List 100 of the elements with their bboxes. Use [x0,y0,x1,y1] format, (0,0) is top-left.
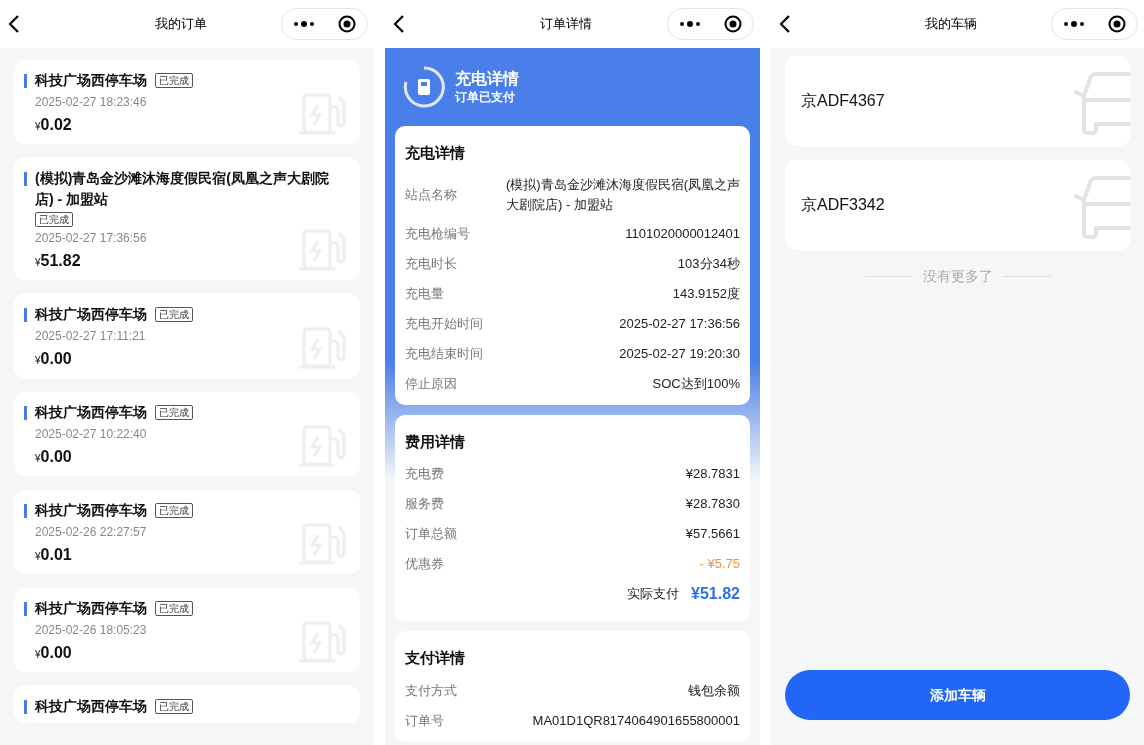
status-tag: 已完成 [35,212,73,227]
row-value: 钱包余额 [688,681,740,700]
order-card[interactable]: 科技广场西停车场 已完成 2025-02-27 10:22:40 ¥0.00 [14,392,360,476]
row-label: 订单号 [405,711,444,730]
row-value: 143.9152度 [672,284,740,303]
close-icon[interactable] [723,15,742,33]
order-amount: 0.00 [40,349,72,369]
status-tag: 已完成 [155,601,193,616]
order-time: 2025-02-27 17:36:56 [35,230,148,247]
row-value: ¥28.7830 [685,495,740,514]
row-value: ¥57.5661 [685,525,740,544]
status-tag: 已完成 [155,307,193,322]
car-icon [1072,174,1130,240]
accent-bar [24,406,27,420]
order-card[interactable]: 科技广场西停车场 已完成 2025-02-27 18:23:46 ¥0.02 [14,60,360,144]
plate-number: 京ADF3342 [801,195,885,215]
car-icon [1072,70,1130,136]
close-icon[interactable] [1107,15,1126,33]
station-name: (模拟)青岛金沙滩沐海度假民宿(凤凰之声大剧院店) - 加盟站 [35,169,330,209]
order-card[interactable]: 科技广场西停车场 已完成 2025-02-26 22:27:57 ¥0.01 [14,490,360,574]
order-amount: 0.00 [40,643,72,663]
back-icon[interactable] [393,14,405,34]
row-label: 充电开始时间 [405,314,483,333]
order-card[interactable]: 科技广场西停车场 已完成 2025-02-26 18:05:23 ¥0.00 [14,588,360,672]
total-amount: ¥51.82 [691,584,740,604]
row-value: 1101020000012401 [625,224,740,243]
row-value: - ¥5.75 [699,555,740,574]
charger-badge-icon [403,66,445,108]
row-label: 充电费 [405,465,444,484]
row-value: MA01D1QR8174064901655800001 [532,711,740,730]
total-label: 实际支付 [627,585,680,604]
screen-title: 我的车辆 [925,15,977,34]
plate-number: 京ADF4367 [801,91,885,111]
order-amount: 0.00 [40,447,72,467]
currency-sign: ¥ [35,121,41,134]
row-label: 充电结束时间 [405,344,483,363]
order-card[interactable]: (模拟)青岛金沙滩沐海度假民宿(凤凰之声大剧院店) - 加盟站 已完成 2025-02-27 17:36:56 ¥51.82 [14,158,360,280]
row-label: 停止原因 [405,374,457,393]
currency-sign: ¥ [35,551,41,564]
row-label: 站点名称 [405,185,457,204]
status-tag: 已完成 [155,699,193,714]
row-label: 充电量 [405,284,444,303]
row-label: 优惠券 [405,555,444,574]
close-icon[interactable] [337,15,356,33]
row-label: 充电时长 [405,254,457,273]
station-name: 科技广场西停车场 [35,599,147,618]
currency-sign: ¥ [35,257,41,270]
end-note: 没有更多了 [922,267,993,286]
screen-title: 订单详情 [540,15,592,34]
banner-subtitle: 订单已支付 [455,89,516,105]
station-name: 科技广场西停车场 [35,71,147,90]
status-tag: 已完成 [155,73,193,88]
vehicle-card[interactable]: 京ADF4367 [785,56,1130,146]
row-value: 103分34秒 [677,254,740,273]
more-icon[interactable] [1063,21,1086,27]
back-icon[interactable] [779,14,791,34]
row-label: 支付方式 [405,681,457,700]
currency-sign: ¥ [35,355,41,368]
currency-sign: ¥ [35,453,41,466]
row-value: 2025-02-27 17:36:56 [619,314,740,333]
accent-bar [24,602,27,616]
order-amount: 51.82 [40,251,81,271]
accent-bar [24,172,27,186]
row-value: (模拟)青岛金沙滩沐海度假民宿(凤凰之声大剧院店) - 加盟站 [506,175,740,214]
order-time: 2025-02-26 22:27:57 [35,524,148,541]
station-name: 科技广场西停车场 [35,697,147,716]
order-time: 2025-02-27 18:23:46 [35,94,148,111]
station-name: 科技广场西停车场 [35,305,147,324]
currency-sign: ¥ [35,649,41,662]
back-icon[interactable] [8,14,20,34]
row-label: 充电枪编号 [405,224,470,243]
row-value: 2025-02-27 19:20:30 [619,344,740,363]
order-card[interactable]: 科技广场西停车场 已完成 [14,686,360,723]
vehicle-card[interactable]: 京ADF3342 [785,160,1130,250]
status-tag: 已完成 [155,405,193,420]
order-amount: 0.02 [40,115,72,135]
row-value: ¥28.7831 [685,465,740,484]
add-vehicle-button[interactable]: 添加车辆 [785,670,1130,720]
section-title: 费用详情 [405,431,466,452]
accent-bar [24,700,27,714]
banner-title: 充电详情 [455,69,519,89]
row-value: SOC达到100% [652,374,740,393]
row-label: 服务费 [405,495,444,514]
order-time: 2025-02-26 18:05:23 [35,622,148,639]
order-card[interactable]: 科技广场西停车场 已完成 2025-02-27 17:11:21 ¥0.00 [14,294,360,378]
order-time: 2025-02-27 17:11:21 [35,328,147,345]
accent-bar [24,308,27,322]
accent-bar [24,504,27,518]
order-time: 2025-02-27 10:22:40 [35,426,148,443]
row-label: 订单总额 [405,525,457,544]
accent-bar [24,74,27,88]
station-name: 科技广场西停车场 [35,501,147,520]
more-icon[interactable] [293,21,316,27]
section-title: 充电详情 [405,143,466,163]
order-amount: 0.01 [40,545,72,565]
status-tag: 已完成 [155,503,193,518]
station-name: 科技广场西停车场 [35,403,147,422]
more-icon[interactable] [679,21,702,27]
screen-title: 我的订单 [154,15,207,34]
section-title: 支付详情 [405,648,466,668]
